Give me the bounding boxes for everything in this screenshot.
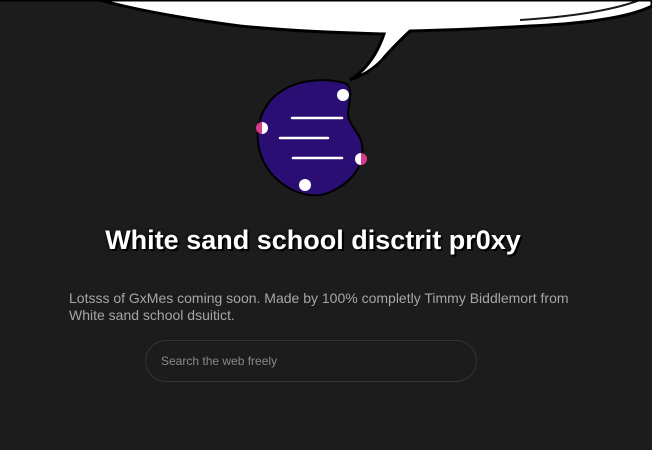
search-bar[interactable]: [145, 340, 477, 382]
page-title: White sand school disctrit pr0xy: [105, 225, 521, 255]
logo-dot-top: [337, 89, 349, 101]
search-input[interactable]: [161, 354, 476, 368]
logo-dot-bottom: [299, 179, 311, 191]
page-description: Lotsss of GxMes coming soon. Made by 100…: [69, 290, 569, 323]
menu-blob-logo-icon: [256, 79, 367, 197]
